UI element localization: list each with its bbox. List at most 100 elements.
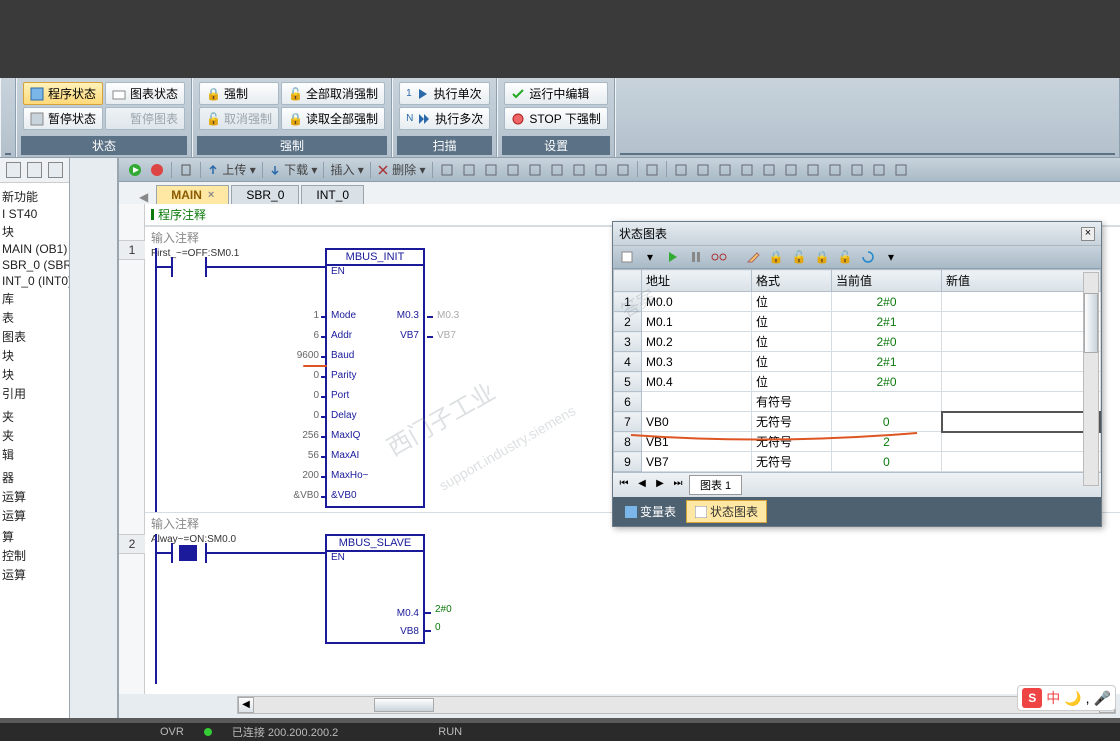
new-icon[interactable] [617,248,637,266]
tree-item[interactable]: 块 [0,346,69,365]
tree-item[interactable]: 块 [0,222,69,241]
close-icon[interactable]: × [208,189,214,201]
cell-newvalue[interactable] [942,292,1101,312]
tree-item[interactable]: 算 [0,527,69,546]
close-icon[interactable]: × [1081,227,1095,241]
cell-addr[interactable]: M0.3 [642,352,752,372]
glasses-icon[interactable] [709,248,729,266]
fb-mbus-init[interactable]: MBUS_INIT EN 1ModeM0.3M0.36AddrVB7VB7960… [325,248,425,508]
program-status-button[interactable]: 程序状态 [23,82,103,105]
tree-item[interactable]: 夹 [0,407,69,426]
table-row[interactable]: 3M0.2位2#0 [614,332,1101,352]
run-icon[interactable] [125,161,145,179]
monitor-icon[interactable] [48,162,63,178]
table-row[interactable]: 2M0.1位2#1 [614,312,1101,332]
run-edit-button[interactable]: 运行中编辑 [504,82,608,105]
col-header[interactable]: 新值 [942,270,1101,292]
exec-multi-button[interactable]: N执行多次 [399,107,490,130]
tree-item[interactable]: 运算 [0,565,69,584]
cell-addr[interactable]: M0.2 [642,332,752,352]
tab-sbr0[interactable]: SBR_0 [231,185,299,204]
grid-icon[interactable] [437,161,457,179]
tree-item[interactable]: 块 [0,365,69,384]
ime-lang[interactable]: 中 [1046,688,1060,708]
cell-newvalue[interactable] [942,392,1101,412]
tree-item[interactable]: 表 [0,308,69,327]
cell-newvalue[interactable] [942,352,1101,372]
table-row[interactable]: 4M0.3位2#1 [614,352,1101,372]
tree-item[interactable]: 器 [0,468,69,487]
table-row[interactable]: 9VB7无符号0 [614,452,1101,472]
tab-scroll-left[interactable]: ◀ [139,190,148,204]
read-force-button[interactable]: 🔒读取全部强制 [281,107,385,130]
upload-button[interactable]: 上传 ▾ [205,161,258,178]
unlock-icon[interactable] [642,161,662,179]
cell-format[interactable]: 无符号 [752,412,832,432]
tab-main[interactable]: MAIN× [156,185,229,204]
status-panel-titlebar[interactable]: 状态图表 × [613,222,1101,246]
tree-item[interactable]: 运算 [0,487,69,506]
find-icon[interactable] [459,161,479,179]
stop-icon[interactable] [147,161,167,179]
cell-addr[interactable] [642,392,752,412]
pause-chart-button[interactable]: 暂停图表 [105,107,185,130]
tree-item[interactable]: SBR_0 (SBR0) [0,257,69,273]
tab-status-table[interactable]: 状态图表 [686,500,767,523]
table-icon[interactable] [591,161,611,179]
refresh-icon[interactable] [858,248,878,266]
tree-item[interactable]: 引用 [0,384,69,403]
table-row[interactable]: 8VB1无符号2 [614,432,1101,452]
tree-item[interactable]: INT_0 (INT0) [0,273,69,289]
stop-force-button[interactable]: STOP 下强制 [504,107,608,130]
tree-item[interactable]: 控制 [0,546,69,565]
cell-addr[interactable]: VB7 [642,452,752,472]
nav-last-icon[interactable]: ⏭ [671,478,685,492]
cell-addr[interactable]: M0.4 [642,372,752,392]
tree-item[interactable]: I ST40 [0,206,69,222]
moon-icon[interactable]: 🌙 [1064,690,1081,707]
pause-icon[interactable] [686,248,706,266]
force-button[interactable]: 🔒强制 [199,82,279,105]
cell-newvalue[interactable] [942,412,1101,432]
cell-format[interactable]: 无符号 [752,452,832,472]
nav-next-icon[interactable]: ▶ [653,478,667,492]
branch-icon[interactable] [715,161,735,179]
project-tree[interactable]: 新功能I ST40块MAIN (OB1)SBR_0 (SBR0)INT_0 (I… [0,183,69,718]
fb-mbus-slave[interactable]: MBUS_SLAVE EN M0.4 VB8 [325,534,425,644]
table-row[interactable]: 6有符号 [614,392,1101,412]
col-header[interactable]: 地址 [642,270,752,292]
cell-format[interactable]: 无符号 [752,432,832,452]
ime-logo-icon[interactable]: S [1022,688,1042,708]
table-row[interactable]: 5M0.4位2#0 [614,372,1101,392]
cell-format[interactable]: 有符号 [752,392,832,412]
cell-addr[interactable]: M0.1 [642,312,752,332]
tree-item[interactable]: MAIN (OB1) [0,241,69,257]
scroll-thumb[interactable] [1084,293,1098,353]
step-icon[interactable] [547,161,567,179]
chart-status-button[interactable]: 图表状态 [105,82,185,105]
instr-icon[interactable] [825,161,845,179]
insert-button[interactable]: 插入 ▾ [328,161,365,178]
tree-item[interactable]: 库 [0,289,69,308]
unforce-button[interactable]: 🔓取消强制 [199,107,279,130]
prev-icon[interactable]: ▾ [640,248,660,266]
tree-item[interactable]: 夹 [0,426,69,445]
tree-icon[interactable] [6,162,21,178]
branch2-icon[interactable] [737,161,757,179]
mic-icon[interactable]: 🎤 [1094,690,1111,707]
coil-icon[interactable] [693,161,713,179]
table-row[interactable]: 1M0.0位2#0 [614,292,1101,312]
ime-bar[interactable]: S 中 🌙 , 🎤 [1017,685,1116,711]
cell-newvalue[interactable] [942,332,1101,352]
cell-format[interactable]: 位 [752,332,832,352]
nav-tab[interactable]: 图表 1 [689,475,742,495]
tree-item[interactable]: 新功能 [0,187,69,206]
contact[interactable] [171,257,207,277]
status-table[interactable]: 地址格式当前值新值 1M0.0位2#02M0.1位2#13M0.2位2#04M0… [613,269,1101,472]
delete-button[interactable]: 删除 ▾ [375,161,428,178]
exec-once-button[interactable]: 1执行单次 [399,82,490,105]
tree-item[interactable]: 运算 [0,506,69,525]
download-button[interactable]: 下载 ▾ [267,161,320,178]
unlock-icon[interactable]: 🔓 [789,248,809,266]
nav-first-icon[interactable]: ⏮ [617,478,631,492]
